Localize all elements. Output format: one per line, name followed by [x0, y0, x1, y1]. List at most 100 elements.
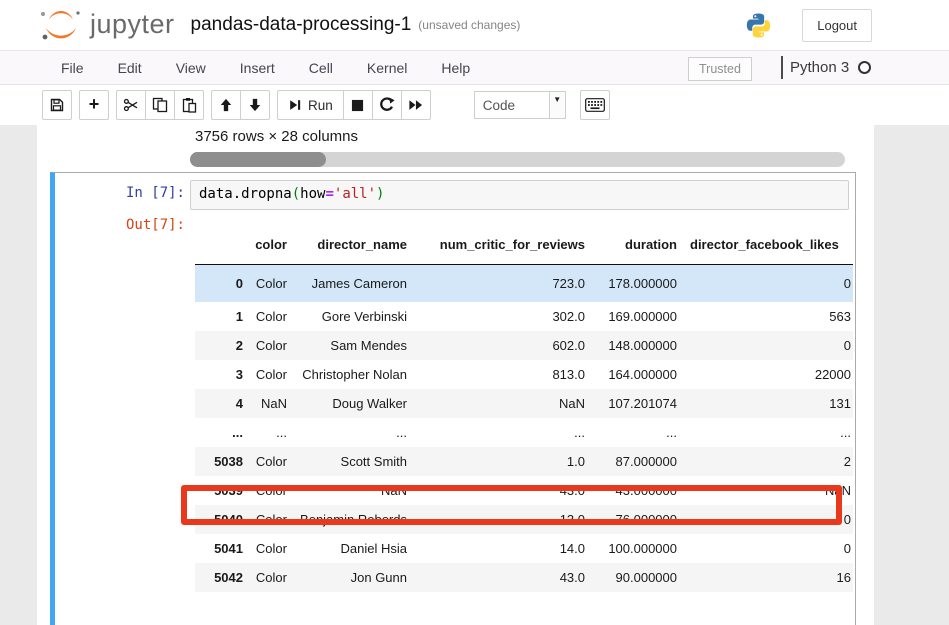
table-cell: ... — [292, 418, 412, 447]
menu-item-file[interactable]: File — [44, 52, 101, 84]
scissors-icon — [123, 97, 139, 113]
run-button-label: Run — [308, 98, 333, 113]
table-cell: Daniel Hsia — [292, 534, 412, 563]
column-header: director_facebook_likes — [682, 228, 853, 265]
table-cell: Color — [248, 505, 292, 534]
jupyter-logo-icon — [38, 8, 84, 42]
table-cell: 87.000000 — [590, 447, 682, 476]
dataframe-body: 0ColorJames Cameron723.0178.00000001Colo… — [195, 265, 853, 593]
table-cell: ... — [590, 418, 682, 447]
table-cell: Color — [248, 331, 292, 360]
column-header: duration — [590, 228, 682, 265]
add-cell-button[interactable]: + — [79, 90, 109, 120]
table-cell: 43.0 — [412, 563, 590, 592]
table-cell: 22000 — [682, 360, 853, 389]
table-cell: Color — [248, 476, 292, 505]
table-cell: 164.000000 — [590, 360, 682, 389]
table-cell: 76.000000 — [590, 505, 682, 534]
paste-icon — [181, 97, 197, 113]
python-logo-icon — [745, 12, 772, 39]
table-cell: 0 — [682, 331, 853, 360]
table-cell: Color — [248, 534, 292, 563]
interrupt-kernel-button[interactable] — [343, 90, 373, 120]
horizontal-scrollbar-track[interactable] — [190, 152, 845, 167]
output-prompt: Out[7]: — [55, 217, 185, 233]
table-row: 5038ColorScott Smith1.087.0000002 — [195, 447, 853, 476]
code-token-string: 'all' — [334, 186, 376, 202]
logout-button[interactable]: Logout — [802, 9, 872, 42]
copy-cell-button[interactable] — [145, 90, 175, 120]
trusted-badge[interactable]: Trusted — [688, 57, 752, 81]
table-cell: 90.000000 — [590, 563, 682, 592]
cell-type-dropdown[interactable]: Code ▼ — [474, 91, 566, 119]
code-token-function: data.dropna — [199, 186, 292, 202]
cut-cell-button[interactable] — [116, 90, 146, 120]
table-row: .................. — [195, 418, 853, 447]
row-index: 4 — [195, 389, 248, 418]
table-cell: NaN — [248, 389, 292, 418]
notebook-title[interactable]: pandas-data-processing-1 — [191, 14, 412, 36]
move-cell-up-button[interactable] — [211, 90, 241, 120]
horizontal-scrollbar-thumb[interactable] — [190, 152, 326, 167]
menu-item-help[interactable]: Help — [424, 52, 487, 84]
table-cell: Sam Mendes — [292, 331, 412, 360]
arrow-down-icon — [248, 98, 262, 112]
chevron-down-icon: ▼ — [549, 92, 565, 118]
table-cell: 602.0 — [412, 331, 590, 360]
run-cell-button[interactable]: Run — [277, 90, 344, 120]
plus-icon: + — [89, 95, 100, 113]
paste-cell-button[interactable] — [174, 90, 204, 120]
table-cell: 100.000000 — [590, 534, 682, 563]
table-cell: 16 — [682, 563, 853, 592]
menu-item-insert[interactable]: Insert — [223, 52, 292, 84]
menu-item-cell[interactable]: Cell — [292, 52, 350, 84]
table-cell: 14.0 — [412, 534, 590, 563]
row-index: 5041 — [195, 534, 248, 563]
command-palette-button[interactable] — [580, 90, 610, 120]
table-cell: Color — [248, 265, 292, 303]
table-row: 5041ColorDaniel Hsia14.0100.0000000 — [195, 534, 853, 563]
table-row: 0ColorJames Cameron723.0178.0000000 — [195, 265, 853, 303]
code-token-kwarg: how — [300, 186, 325, 202]
dataframe-shape-summary: 3756 rows × 28 columns — [195, 128, 358, 145]
table-cell: 43.0 — [412, 476, 590, 505]
menu-item-kernel[interactable]: Kernel — [350, 52, 424, 84]
step-forward-icon — [288, 98, 302, 112]
table-cell: Gore Verbinski — [292, 302, 412, 331]
table-cell: 43.000000 — [590, 476, 682, 505]
table-row: 4NaNDoug WalkerNaN107.201074131 — [195, 389, 853, 418]
menu-item-view[interactable]: View — [159, 52, 223, 84]
dataframe-table: colordirector_namenum_critic_for_reviews… — [195, 228, 853, 592]
notebook-save-status: (unsaved changes) — [418, 18, 520, 32]
table-row: 5039ColorNaN43.043.000000NaN — [195, 476, 853, 505]
table-row: 1ColorGore Verbinski302.0169.000000563 — [195, 302, 853, 331]
input-prompt: In [7]: — [55, 185, 185, 201]
table-cell: ... — [248, 418, 292, 447]
restart-icon — [379, 97, 395, 113]
table-cell: 0 — [682, 265, 853, 303]
menu-item-edit[interactable]: Edit — [101, 52, 159, 84]
table-cell: 107.201074 — [590, 389, 682, 418]
table-cell: Color — [248, 360, 292, 389]
row-index: 5038 — [195, 447, 248, 476]
notebook-body: 3756 rows × 28 columns In [7]: data.drop… — [0, 125, 949, 625]
fast-forward-icon — [408, 98, 423, 112]
jupyter-logo[interactable]: jupyter — [38, 8, 175, 42]
copy-icon — [152, 97, 168, 113]
kernel-separator — [781, 56, 783, 79]
table-cell: NaN — [412, 389, 590, 418]
save-button[interactable] — [42, 90, 72, 120]
selected-code-cell[interactable]: In [7]: data.dropna(how='all') Out[7]: c… — [50, 172, 856, 625]
kernel-name: Python 3 — [790, 59, 849, 76]
table-cell: 2 — [682, 447, 853, 476]
restart-run-all-button[interactable] — [401, 90, 431, 120]
table-cell: 813.0 — [412, 360, 590, 389]
restart-kernel-button[interactable] — [372, 90, 402, 120]
move-cell-down-button[interactable] — [240, 90, 270, 120]
column-header — [195, 228, 248, 265]
table-cell: Christopher Nolan — [292, 360, 412, 389]
code-editor[interactable]: data.dropna(how='all') — [190, 180, 849, 210]
table-cell: Benjamin Roberds — [292, 505, 412, 534]
table-cell: Doug Walker — [292, 389, 412, 418]
kernel-idle-icon — [858, 61, 871, 74]
